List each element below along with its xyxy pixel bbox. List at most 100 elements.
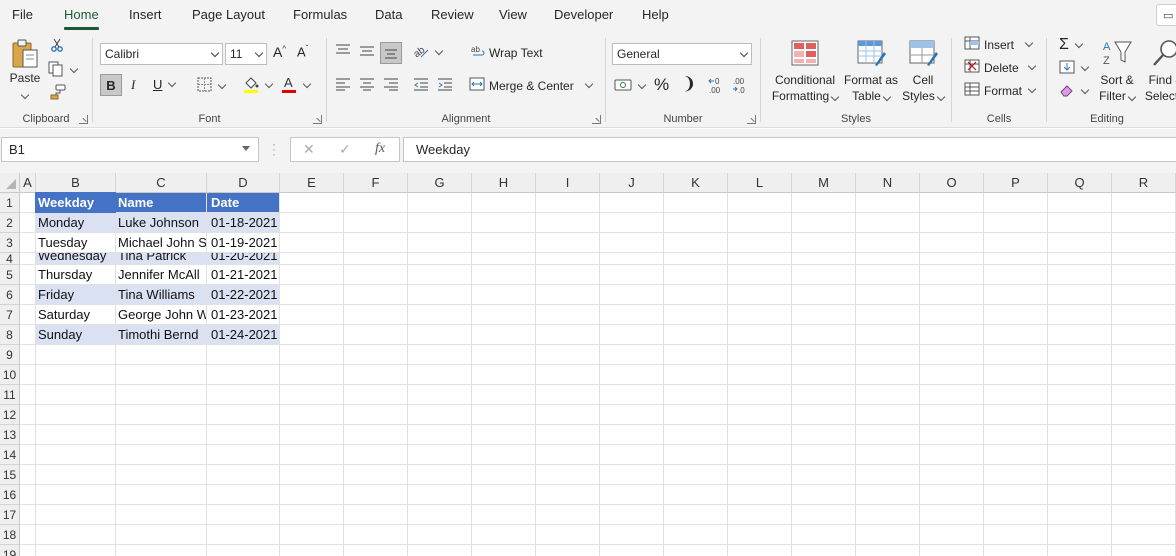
clipboard-launcher-icon[interactable] <box>79 115 88 124</box>
table-cell[interactable]: Tina Williams <box>116 285 206 304</box>
worksheet-grid[interactable]: A B C D E F G H I J K L M N O P Q R 1 2 3 4 5 6 7 8 9 10 11 12 13 14 15 1… <box>0 173 1176 556</box>
table-cell[interactable]: George John W <box>116 305 206 324</box>
copy-button[interactable] <box>48 61 79 80</box>
column-header-p[interactable]: P <box>984 173 1048 193</box>
table-cell[interactable]: 01-19-2021 <box>207 233 279 252</box>
decrease-indent-button[interactable] <box>413 77 429 94</box>
orientation-dropdown-icon[interactable] <box>434 46 444 56</box>
table-cell[interactable]: Monday <box>36 213 115 232</box>
row-header-4[interactable]: 4 <box>0 253 20 265</box>
table-cell[interactable]: Sunday <box>36 325 115 344</box>
align-bottom-button[interactable] <box>380 42 402 64</box>
align-right-button[interactable] <box>383 77 399 94</box>
delete-cells-button[interactable]: Delete <box>964 59 1036 76</box>
merge-center-dropdown-icon[interactable] <box>584 79 593 89</box>
sort-filter-button[interactable]: AZ Sort & Filter <box>1095 38 1139 104</box>
row-header-14[interactable]: 14 <box>0 445 20 465</box>
cancel-icon[interactable]: ✕ <box>303 141 315 158</box>
tab-data[interactable]: Data <box>375 7 402 22</box>
table-cell[interactable]: 01-21-2021 <box>207 265 279 284</box>
row-header-18[interactable]: 18 <box>0 525 20 545</box>
column-header-c[interactable]: C <box>116 173 207 193</box>
formula-bar-grip-icon[interactable]: · · · <box>272 138 276 160</box>
table-cell[interactable]: 01-18-2021 <box>207 213 279 232</box>
underline-dropdown-icon[interactable] <box>168 78 177 88</box>
column-header-q[interactable]: Q <box>1048 173 1112 193</box>
table-cell[interactable]: Luke Johnson <box>116 213 206 232</box>
enter-icon[interactable]: ✓ <box>339 141 351 158</box>
cell-styles-button[interactable]: Cell Styles <box>901 38 946 104</box>
row-header-3[interactable]: 3 <box>0 233 20 253</box>
table-cell[interactable]: Jennifer McAll <box>116 265 206 284</box>
row-header-10[interactable]: 10 <box>0 365 20 385</box>
table-header-cell[interactable]: Date <box>207 193 279 212</box>
align-top-button[interactable] <box>335 44 351 61</box>
fill-color-button[interactable] <box>243 75 274 96</box>
increase-decimal-button[interactable]: 0.00 <box>708 76 726 97</box>
comma-style-button[interactable]: ❩ <box>682 74 696 94</box>
column-header-k[interactable]: K <box>664 173 728 193</box>
column-header-n[interactable]: N <box>856 173 920 193</box>
bold-button[interactable]: B <box>100 74 122 96</box>
table-cell[interactable]: 01-20-2021 <box>207 253 279 264</box>
comments-button[interactable]: ▭ <box>1156 4 1176 26</box>
tab-page-layout[interactable]: Page Layout <box>192 7 265 22</box>
tab-insert[interactable]: Insert <box>129 7 162 22</box>
chevron-down-icon[interactable] <box>242 146 250 151</box>
column-header-j[interactable]: J <box>600 173 664 193</box>
name-box[interactable]: B1 <box>1 137 259 162</box>
copy-dropdown-icon[interactable] <box>69 64 79 74</box>
autosum-button[interactable]: Σ <box>1059 36 1084 54</box>
find-select-button[interactable]: Find & Select <box>1141 38 1176 104</box>
row-header-5[interactable]: 5 <box>0 265 20 285</box>
row-header-6[interactable]: 6 <box>0 285 20 305</box>
paste-button[interactable]: Paste <box>6 38 44 102</box>
column-header-d[interactable]: D <box>207 173 280 193</box>
accounting-dropdown-icon[interactable] <box>637 80 647 90</box>
wrap-text-button[interactable]: ab Wrap Text <box>471 44 543 61</box>
formula-input[interactable]: Weekday <box>403 137 1176 162</box>
column-header-a[interactable]: A <box>20 173 36 193</box>
increase-font-button[interactable]: A^ <box>273 44 286 60</box>
align-center-button[interactable] <box>359 77 375 94</box>
table-cell[interactable]: Friday <box>36 285 115 304</box>
column-header-h[interactable]: H <box>472 173 536 193</box>
tab-file[interactable]: File <box>12 7 33 22</box>
fill-color-dropdown-icon[interactable] <box>264 79 274 89</box>
row-header-7[interactable]: 7 <box>0 305 20 325</box>
orientation-button[interactable]: ab <box>412 43 444 62</box>
borders-button[interactable] <box>197 77 227 95</box>
format-as-table-button[interactable]: Format as Table <box>843 38 899 104</box>
align-middle-button[interactable] <box>359 44 375 61</box>
row-header-11[interactable]: 11 <box>0 385 20 405</box>
tab-home[interactable]: Home <box>64 7 99 30</box>
cut-button[interactable] <box>50 38 64 55</box>
accounting-format-button[interactable] <box>614 78 647 95</box>
row-header-2[interactable]: 2 <box>0 213 20 233</box>
row-header-12[interactable]: 12 <box>0 405 20 425</box>
number-format-combo[interactable]: General <box>612 43 752 65</box>
alignment-launcher-icon[interactable] <box>592 115 601 124</box>
row-header-17[interactable]: 17 <box>0 505 20 525</box>
font-color-button[interactable]: A <box>281 75 312 96</box>
column-header-b[interactable]: B <box>36 173 116 193</box>
font-name-combo[interactable]: Calibri <box>100 43 223 65</box>
column-header-f[interactable]: F <box>344 173 408 193</box>
merge-center-button[interactable]: Merge & Center <box>469 76 593 95</box>
conditional-formatting-button[interactable]: Conditional Formatting <box>769 38 841 104</box>
table-cell[interactable]: Thursday <box>36 265 115 284</box>
tab-review[interactable]: Review <box>431 7 474 22</box>
row-header-15[interactable]: 15 <box>0 465 20 485</box>
format-cells-button[interactable]: Format <box>964 82 1037 99</box>
row-header-13[interactable]: 13 <box>0 425 20 445</box>
row-header-8[interactable]: 8 <box>0 325 20 345</box>
italic-button[interactable]: I <box>131 77 135 93</box>
borders-dropdown-icon[interactable] <box>217 80 227 89</box>
paste-dropdown-icon[interactable] <box>20 90 30 100</box>
row-header-1[interactable]: 1 <box>0 193 20 213</box>
clear-button[interactable] <box>1059 83 1090 100</box>
underline-button[interactable]: U <box>153 77 177 92</box>
table-header-cell[interactable]: Weekday <box>36 193 115 212</box>
table-header-cell[interactable]: Name <box>116 193 206 212</box>
column-header-g[interactable]: G <box>408 173 472 193</box>
